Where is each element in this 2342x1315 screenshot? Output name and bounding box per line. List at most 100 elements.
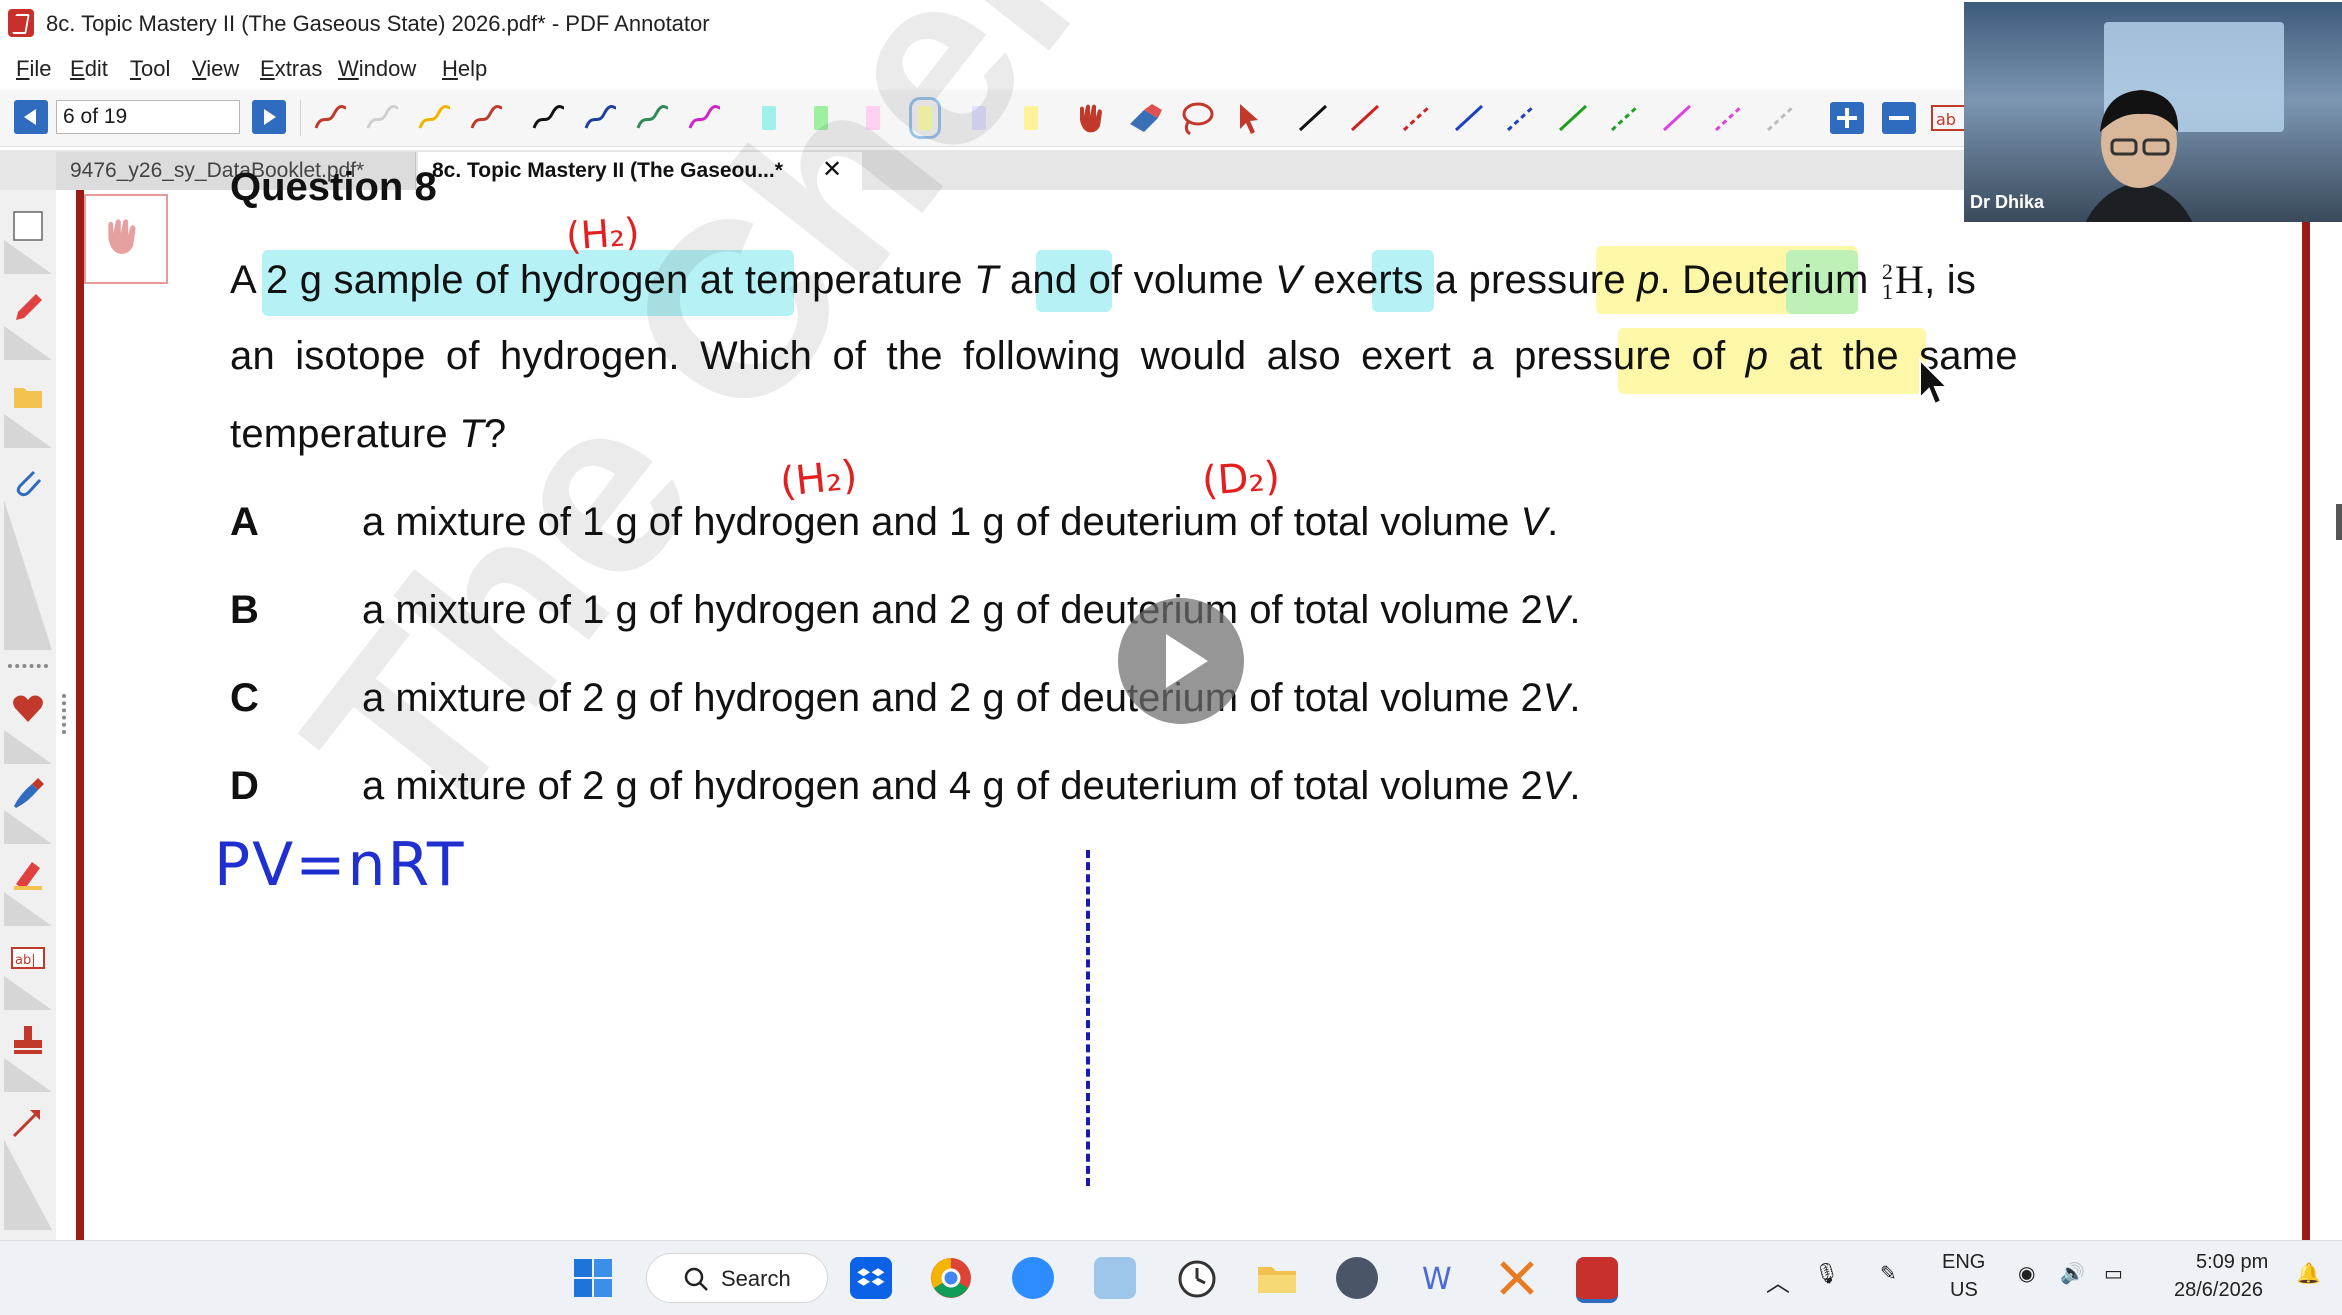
menu-help[interactable]: Help [442, 56, 487, 82]
dashed-divider-annotation[interactable] [1086, 850, 1090, 1186]
line-tool-magenta[interactable] [1656, 98, 1698, 138]
video-play-button[interactable] [1118, 598, 1244, 724]
chevron-up-icon[interactable]: ︿ [1766, 1263, 1790, 1298]
pen-tool-red[interactable] [310, 98, 352, 138]
volume-icon[interactable]: 🔊 [2060, 1261, 2085, 1286]
line-tool-red[interactable] [1344, 98, 1386, 138]
snipping-tool-icon[interactable] [1496, 1257, 1538, 1299]
ink-ideal-gas-formula[interactable]: PV=nRT [214, 830, 466, 900]
pencil-icon[interactable] [10, 290, 46, 326]
prev-page-button[interactable] [14, 100, 48, 134]
language-indicator[interactable]: ENG [1942, 1251, 1985, 1274]
sidebar-shade [4, 730, 52, 764]
windows-taskbar: Search W ︿ 🎙 ✎ ENG US ◉ 🔊 ▭ 5:09 pm 28/6… [0, 1240, 2342, 1315]
presenter-name: Dr Dhika [1970, 192, 2045, 212]
question-line-1: A 2 g sample of hydrogen at temperature … [230, 257, 1977, 305]
question-line-2: an isotope of hydrogen. Which of the fol… [230, 334, 2018, 378]
pen-tool-red-2[interactable] [466, 98, 508, 138]
text-box-icon[interactable]: ab| [10, 940, 46, 976]
menu-window[interactable]: Window [338, 56, 416, 82]
svg-text:ab|: ab| [15, 953, 36, 968]
page-number-input[interactable]: 6 of 19 [56, 100, 240, 134]
option-d-letter: D [230, 764, 259, 808]
option-c-text: a mixture of 2 g of hydrogen and 2 g of … [362, 676, 1581, 720]
question-line-3: temperature T? [230, 412, 507, 456]
blank-page-icon[interactable] [10, 208, 46, 244]
search-icon [683, 1266, 709, 1292]
menu-edit[interactable]: Edit [70, 56, 108, 82]
clock-time[interactable]: 5:09 pm [2196, 1251, 2268, 1274]
clock-app-icon[interactable] [1176, 1257, 1218, 1299]
ink-h2-label-option[interactable]: (H₂) [778, 452, 860, 506]
arrow-tool-icon[interactable] [10, 1104, 46, 1140]
blue-pen-icon[interactable] [10, 774, 46, 810]
ink-h2-label-top[interactable]: (H₂) [565, 209, 641, 258]
line-tool-gray-dashed[interactable] [1760, 98, 1802, 138]
pdf-annotator-app-icon[interactable] [8, 9, 34, 37]
sidebar-shade [4, 810, 52, 844]
sidebar-divider [8, 664, 48, 668]
pen-tool-blue[interactable] [580, 98, 622, 138]
menu-file[interactable]: File [16, 56, 51, 82]
question-heading: Question 8 [230, 166, 437, 208]
sidebar-shade [4, 976, 52, 1010]
zoom-out-icon[interactable] [1878, 98, 1920, 138]
line-tool-green-dashed[interactable] [1604, 98, 1646, 138]
stamp-icon[interactable] [10, 1022, 46, 1058]
line-tool-red-dashed[interactable] [1396, 98, 1438, 138]
eraser-icon[interactable] [1124, 98, 1166, 138]
heart-favorites-icon[interactable] [10, 690, 46, 726]
pen-tool-black[interactable] [528, 98, 570, 138]
option-c-letter: C [230, 676, 259, 720]
line-tool-magenta-dashed[interactable] [1708, 98, 1750, 138]
battery-icon[interactable]: ▭ [2104, 1261, 2123, 1286]
writing-app-icon[interactable]: W [1416, 1257, 1458, 1299]
pen-settings-icon[interactable]: ✎ [1880, 1261, 1897, 1286]
chat-app-icon[interactable] [1094, 1257, 1136, 1299]
zoom-in-icon[interactable] [1826, 98, 1868, 138]
line-tool-black[interactable] [1292, 98, 1334, 138]
search-label: Search [721, 1266, 791, 1291]
settings-app-icon[interactable] [1336, 1257, 1378, 1299]
pen-tool-yellow[interactable] [414, 98, 456, 138]
sidebar-shade [4, 892, 52, 926]
line-tool-blue[interactable] [1448, 98, 1490, 138]
menu-extras[interactable]: Extras [260, 56, 322, 82]
line-tool-blue-dashed[interactable] [1500, 98, 1542, 138]
lasso-icon[interactable] [1176, 98, 1218, 138]
folder-icon[interactable] [10, 378, 46, 414]
chrome-icon[interactable] [930, 1257, 972, 1299]
dropbox-icon[interactable] [850, 1257, 892, 1299]
option-a-letter: A [230, 500, 259, 544]
ink-d2-label-option[interactable]: (D₂) [1200, 453, 1281, 504]
sidebar-resize-grip[interactable] [62, 694, 70, 734]
wifi-icon[interactable]: ◉ [2018, 1261, 2035, 1286]
window-title: 8c. Topic Mastery II (The Gaseous State)… [46, 11, 710, 36]
paperclip-icon[interactable] [10, 464, 46, 500]
sidebar-shade [4, 1140, 52, 1230]
next-page-button[interactable] [252, 100, 286, 134]
menu-view[interactable]: View [192, 56, 239, 82]
menu-tool[interactable]: Tool [130, 56, 170, 82]
vertical-scrollbar[interactable] [2310, 190, 2342, 1240]
pointer-arrow-icon[interactable] [1228, 98, 1270, 138]
scrollbar-thumb[interactable] [2336, 504, 2342, 540]
text-box-tool-icon[interactable]: ab [1928, 98, 1964, 138]
option-d-text: a mixture of 2 g of hydrogen and 4 g of … [362, 764, 1581, 808]
line-tool-green[interactable] [1552, 98, 1594, 138]
taskbar-search-box[interactable]: Search [646, 1253, 828, 1303]
sidebar-shade [4, 1058, 52, 1092]
clock-date[interactable]: 28/6/2026 [2174, 1279, 2263, 1302]
file-explorer-icon[interactable] [1256, 1257, 1298, 1299]
pdf-annotator-taskbar-icon[interactable] [1576, 1257, 1618, 1303]
presenter-video [2064, 62, 2214, 222]
notification-icon[interactable]: 🔔 [2296, 1261, 2321, 1286]
pen-tool-green[interactable] [632, 98, 674, 138]
sidebar-shade [4, 326, 52, 360]
zoom-app-icon[interactable] [1012, 1257, 1054, 1299]
highlighter-marker-icon[interactable] [10, 856, 46, 892]
windows-start-icon[interactable] [572, 1257, 614, 1299]
pen-tool-gray[interactable] [362, 98, 404, 138]
region-indicator[interactable]: US [1950, 1279, 1978, 1302]
microphone-icon[interactable]: 🎙 [1814, 1261, 1839, 1286]
